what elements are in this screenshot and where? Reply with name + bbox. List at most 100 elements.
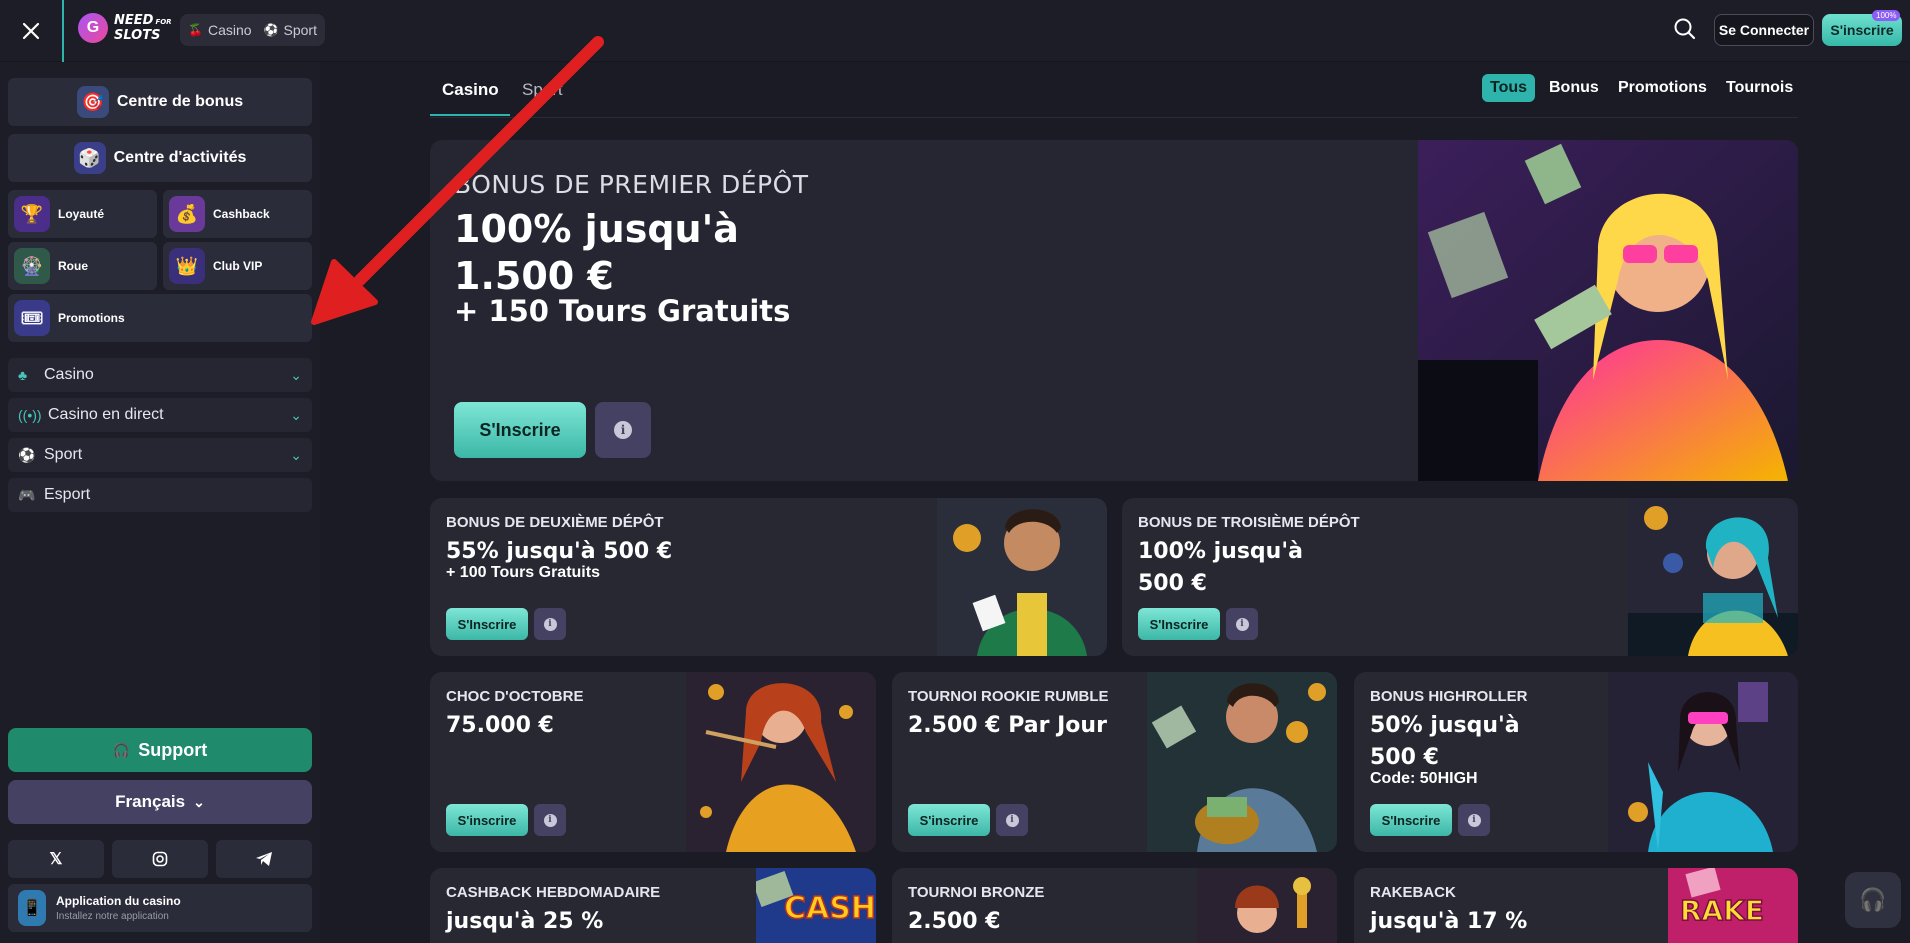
broadcast-icon: ((•)) — [18, 407, 42, 423]
instagram-icon — [152, 851, 168, 867]
phone-icon: 📱 — [18, 890, 46, 926]
signup-badge: 100% — [1872, 10, 1901, 21]
logo-icon: G — [78, 13, 108, 43]
filter-all[interactable]: Tous — [1482, 74, 1536, 102]
card-illustration — [1147, 672, 1337, 852]
info-icon: i — [543, 813, 557, 827]
signup-button[interactable]: S'inscrire — [908, 804, 990, 836]
support-button[interactable]: 🎧 Support — [8, 728, 312, 772]
info-button[interactable]: i — [1458, 804, 1490, 836]
tab-sport[interactable]: Sport — [522, 80, 563, 100]
x-twitter-button[interactable]: 𝕏 — [8, 840, 104, 878]
hero-info-button[interactable]: i — [595, 402, 651, 458]
chevron-down-icon: ⌄ — [193, 793, 205, 810]
sidebar-item-vip[interactable]: 👑 Club VIP — [163, 242, 312, 290]
headset-icon: 🎧 — [1859, 887, 1887, 912]
promo-card[interactable]: CASH CASHBACK HEBDOMADAIRE jusqu'à 25 % — [430, 868, 876, 943]
sidebar: 🎯 Centre de bonus 🎲 Centre d'activités 🏆… — [0, 62, 320, 943]
card-illustration — [1608, 672, 1798, 852]
sidebar-item-promotions[interactable]: 🎟 Promotions — [8, 294, 312, 342]
hero-title: 100% jusqu'à 1.500 € — [454, 207, 739, 298]
info-icon: i — [1235, 617, 1249, 631]
chevron-down-icon: ⌄ — [290, 366, 302, 383]
hero-kicker: BONUS DE PREMIER DÉPÔT — [454, 170, 809, 199]
sidebar-nav-casino[interactable]: ♣ Casino ⌄ — [8, 358, 312, 392]
promo-card[interactable]: BONUS HIGHROLLER 50% jusqu'à 500 € Code:… — [1354, 672, 1798, 852]
card-illustration — [1628, 498, 1798, 656]
signup-button[interactable]: S'inscrire — [446, 804, 528, 836]
vip-icon: 👑 — [169, 248, 205, 284]
card-illustration — [1197, 868, 1337, 943]
close-icon — [22, 22, 40, 40]
info-icon: i — [1005, 813, 1019, 827]
top-tab-sport[interactable]: ⚽ Sport — [264, 22, 317, 38]
cherries-icon: ♣ — [18, 367, 28, 383]
search-icon — [1674, 18, 1696, 40]
info-icon: i — [543, 617, 557, 631]
telegram-icon — [256, 852, 272, 866]
login-button[interactable]: Se Connecter — [1714, 14, 1814, 46]
card-illustration — [686, 672, 876, 852]
close-menu-button[interactable] — [0, 0, 64, 62]
chevron-down-icon: ⌄ — [290, 446, 302, 463]
top-tabs: 🍒 Casino ⚽ Sport — [180, 14, 325, 46]
language-select[interactable]: Français ⌄ — [8, 780, 312, 824]
info-icon: i — [1467, 813, 1481, 827]
hero-illustration — [1418, 140, 1798, 481]
promo-card[interactable]: TOURNOI ROOKIE RUMBLE 2.500 € Par Jour S… — [892, 672, 1337, 852]
promo-card[interactable]: TOURNOI BRONZE 2.500 € — [892, 868, 1337, 943]
cashback-icon: 💰 — [169, 196, 205, 232]
bonus-center-icon: 🎯 — [76, 86, 109, 118]
signup-button[interactable]: S'Inscrire — [1138, 608, 1220, 640]
activity-center-button[interactable]: 🎲 Centre d'activités — [8, 134, 312, 182]
svg-text:CASH: CASH — [784, 891, 876, 926]
filter-promotions[interactable]: Promotions — [1610, 74, 1715, 102]
info-button[interactable]: i — [1226, 608, 1258, 640]
promo-card[interactable]: CHOC D'OCTOBRE 75.000 € S'inscrire i — [430, 672, 876, 852]
info-button[interactable]: i — [534, 608, 566, 640]
top-bar: G NEED FOR SLOTS 🍒 Casino ⚽ Sport Se Conn… — [0, 0, 1910, 62]
filter-bonus[interactable]: Bonus — [1541, 74, 1607, 102]
sidebar-item-wheel[interactable]: 🎡 Roue — [8, 242, 157, 290]
signup-button[interactable]: S'Inscrire — [446, 608, 528, 640]
soccer-ball-icon: ⚽ — [18, 446, 36, 463]
svg-text:RAKE: RAKE — [1680, 894, 1764, 927]
sidebar-nav-live-casino[interactable]: ((•)) Casino en direct ⌄ — [8, 398, 312, 432]
card-illustration: CASH — [756, 868, 876, 943]
tab-casino[interactable]: Casino — [442, 80, 499, 100]
dice-icon: 🎲 — [73, 142, 106, 174]
promo-card[interactable]: BONUS DE TROISIÈME DÉPÔT 100% jusqu'à 50… — [1122, 498, 1798, 656]
casino-app-banner[interactable]: 📱 Application du casino Installez notre … — [8, 884, 312, 932]
x-twitter-icon: 𝕏 — [49, 851, 63, 868]
info-button[interactable]: i — [534, 804, 566, 836]
ticket-icon: 🎟 — [14, 300, 50, 336]
sidebar-nav-esport[interactable]: 🎮 Esport — [8, 478, 312, 512]
signup-button[interactable]: S'Inscrire — [1370, 804, 1452, 836]
chevron-down-icon: ⌄ — [290, 406, 302, 423]
live-chat-button[interactable]: 🎧 — [1845, 872, 1901, 928]
hero-subtitle: + 150 Tours Gratuits — [454, 294, 791, 328]
sidebar-nav-sport[interactable]: ⚽ Sport ⌄ — [8, 438, 312, 472]
hero-signup-button[interactable]: S'Inscrire — [454, 402, 586, 458]
wheel-icon: 🎡 — [14, 248, 50, 284]
card-illustration — [937, 498, 1107, 656]
sidebar-item-loyalty[interactable]: 🏆 Loyauté — [8, 190, 157, 238]
trophy-icon: 🏆 — [14, 196, 50, 232]
telegram-button[interactable] — [216, 840, 312, 878]
active-tab-indicator — [430, 114, 510, 116]
search-button[interactable] — [1672, 16, 1700, 44]
bonus-center-button[interactable]: 🎯 Centre de bonus — [8, 78, 312, 126]
filter-tournaments[interactable]: Tournois — [1718, 74, 1801, 102]
promo-card[interactable]: RAKE RAKEBACK jusqu'à 17 % — [1354, 868, 1798, 943]
logo[interactable]: G NEED FOR SLOTS — [78, 13, 172, 43]
gamepad-icon: 🎮 — [18, 486, 36, 503]
sidebar-item-cashback[interactable]: 💰 Cashback — [163, 190, 312, 238]
hero-bonus-card[interactable]: BONUS DE PREMIER DÉPÔT 100% jusqu'à 1.50… — [430, 140, 1798, 481]
top-tab-casino[interactable]: 🍒 Casino — [188, 22, 252, 38]
info-button[interactable]: i — [996, 804, 1028, 836]
info-icon: i — [614, 421, 632, 439]
instagram-button[interactable] — [112, 840, 208, 878]
promo-card[interactable]: BONUS DE DEUXIÈME DÉPÔT 55% jusqu'à 500 … — [430, 498, 1107, 656]
cherries-icon: 🍒 — [188, 23, 203, 37]
headset-icon: 🎧 — [112, 741, 131, 758]
